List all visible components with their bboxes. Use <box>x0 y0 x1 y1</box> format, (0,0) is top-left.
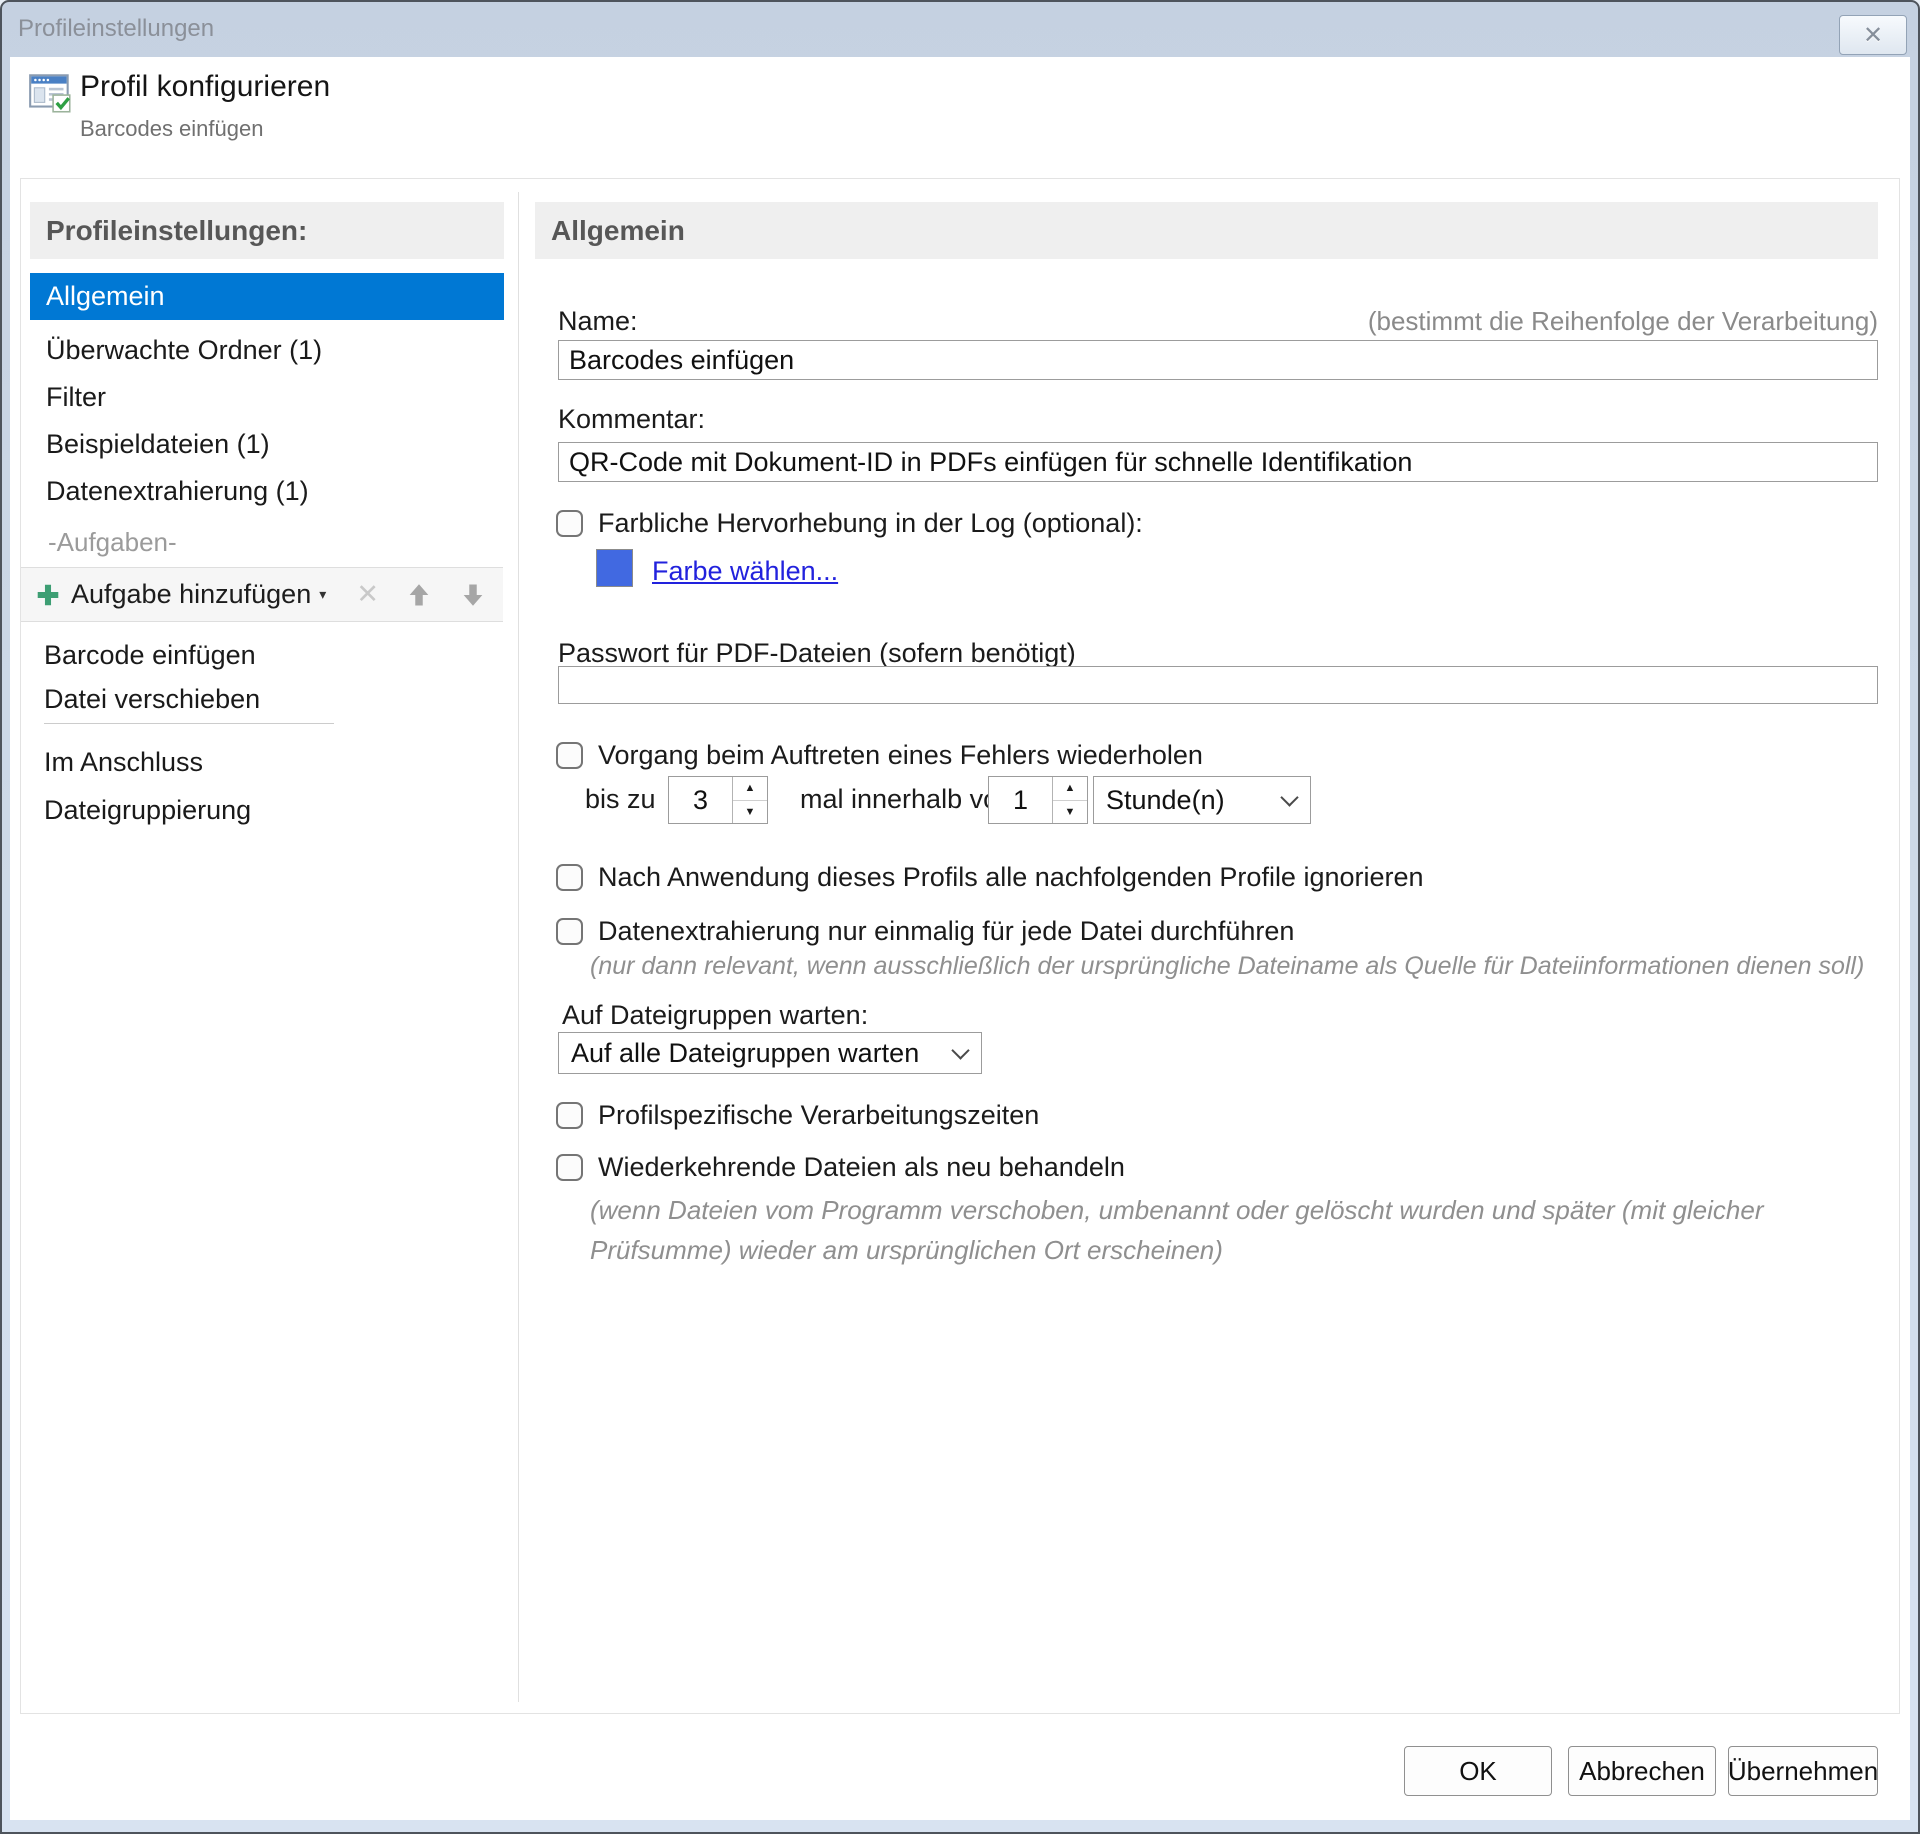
password-label: Passwort für PDF-Dateien (sofern benötig… <box>558 638 1076 669</box>
tasks-toolbar: Aufgabe hinzufügen ▾ ✕ <box>21 567 503 622</box>
name-hint: (bestimmt die Reihenfolge der Verarbeitu… <box>558 306 1878 337</box>
log-highlight-checkbox[interactable] <box>556 510 583 537</box>
extract-once-row: Datenextrahierung nur einmalig für jede … <box>556 916 1294 947</box>
task-item-barcode-einfuegen[interactable]: Barcode einfügen <box>30 633 360 677</box>
file-groups-value: Auf alle Dateigruppen warten <box>571 1038 954 1069</box>
plus-icon <box>35 582 61 608</box>
retry-checkbox[interactable] <box>556 742 583 769</box>
arrow-up-icon <box>405 581 433 609</box>
task-item-datei-verschieben[interactable]: Datei verschieben <box>30 677 360 721</box>
sidebar-item-filter[interactable]: Filter <box>30 374 504 420</box>
profile-times-label: Profilspezifische Verarbeitungszeiten <box>598 1100 1039 1131</box>
extract-once-label: Datenextrahierung nur einmalig für jede … <box>598 916 1294 947</box>
extract-once-checkbox[interactable] <box>556 918 583 945</box>
chevron-down-icon <box>1280 788 1298 806</box>
extract-once-note: (nur dann relevant, wenn ausschließlich … <box>590 952 1864 981</box>
close-button[interactable]: ✕ <box>1839 15 1907 55</box>
cancel-button[interactable]: Abbrechen <box>1568 1746 1716 1796</box>
comment-label: Kommentar: <box>558 404 705 435</box>
retry-unit-value: Stunde(n) <box>1106 785 1283 816</box>
retry-label: Vorgang beim Auftreten eines Fehlers wie… <box>598 740 1203 771</box>
log-highlight-label: Farbliche Hervorhebung in der Log (optio… <box>598 508 1143 539</box>
chevron-down-icon[interactable]: ▾ <box>319 586 326 603</box>
choose-color-link[interactable]: Farbe wählen... <box>652 556 838 587</box>
ignore-following-label: Nach Anwendung dieses Profils alle nachf… <box>598 862 1424 893</box>
profile-window-check-icon <box>26 68 76 118</box>
file-groups-label: Auf Dateigruppen warten: <box>562 1000 868 1031</box>
password-input[interactable] <box>558 666 1878 704</box>
retry-interval-down-button[interactable]: ▼ <box>1053 801 1087 824</box>
apply-button[interactable]: Übernehmen <box>1728 1746 1878 1796</box>
close-icon: ✕ <box>1863 21 1883 50</box>
retry-count-up-button[interactable]: ▲ <box>733 777 767 801</box>
log-highlight-row: Farbliche Hervorhebung in der Log (optio… <box>556 508 1143 539</box>
recurring-label: Wiederkehrende Dateien als neu behandeln <box>598 1152 1125 1183</box>
name-input[interactable] <box>558 340 1878 380</box>
retry-count-spinner: ▲ ▼ <box>668 776 768 824</box>
profile-times-row: Profilspezifische Verarbeitungszeiten <box>556 1100 1039 1131</box>
spin-down-icon: ▼ <box>745 806 756 818</box>
sidebar-divider <box>518 192 519 1702</box>
retry-count-down-button[interactable]: ▼ <box>733 801 767 824</box>
retry-count-input[interactable] <box>669 777 732 823</box>
retry-interval-up-button[interactable]: ▲ <box>1053 777 1087 801</box>
tasks-separator <box>44 723 334 724</box>
sidebar-item-allgemein[interactable]: Allgemein <box>30 273 504 320</box>
retry-controls-row: bis zu ▲ ▼ mal innerhalb von ▲ ▼ Stunde(… <box>0 776 1920 824</box>
spin-up-icon: ▲ <box>745 782 756 794</box>
sidebar-heading: Profileinstellungen: <box>30 202 504 259</box>
page-title: Profil konfigurieren <box>80 70 330 104</box>
add-task-button[interactable]: Aufgabe hinzufügen <box>71 579 311 610</box>
retry-interval-spinner: ▲ ▼ <box>988 776 1088 824</box>
file-groups-select[interactable]: Auf alle Dateigruppen warten <box>558 1032 982 1074</box>
sidebar-item-datenextrahierung[interactable]: Datenextrahierung (1) <box>30 468 504 514</box>
recurring-row: Wiederkehrende Dateien als neu behandeln <box>556 1152 1125 1183</box>
sidebar-item-ueberwachte-ordner[interactable]: Überwachte Ordner (1) <box>30 327 504 373</box>
ok-button[interactable]: OK <box>1404 1746 1552 1796</box>
comment-input[interactable] <box>558 442 1878 482</box>
section-heading: Allgemein <box>535 202 1878 259</box>
retry-middle-label: mal innerhalb von <box>800 784 1013 815</box>
sidebar-item-beispieldateien[interactable]: Beispieldateien (1) <box>30 421 504 467</box>
spin-up-icon: ▲ <box>1065 782 1076 794</box>
tasks-section-label: -Aufgaben- <box>48 527 177 558</box>
retry-row: Vorgang beim Auftreten eines Fehlers wie… <box>556 740 1203 771</box>
log-color-swatch[interactable] <box>596 549 633 587</box>
retry-interval-input[interactable] <box>989 777 1052 823</box>
move-task-down-button[interactable] <box>459 581 487 609</box>
move-task-up-button[interactable] <box>405 581 433 609</box>
window-title: Profileinstellungen <box>18 15 214 43</box>
retry-prefix-label: bis zu <box>585 784 656 815</box>
ignore-following-row: Nach Anwendung dieses Profils alle nachf… <box>556 862 1424 893</box>
recurring-note: (wenn Dateien vom Programm verschoben, u… <box>590 1190 1882 1270</box>
page-subtitle: Barcodes einfügen <box>80 116 263 142</box>
arrow-down-icon <box>459 581 487 609</box>
profile-times-checkbox[interactable] <box>556 1102 583 1129</box>
recurring-checkbox[interactable] <box>556 1154 583 1181</box>
ignore-following-checkbox[interactable] <box>556 864 583 891</box>
delete-task-icon[interactable]: ✕ <box>356 579 379 610</box>
retry-unit-select[interactable]: Stunde(n) <box>1093 776 1311 824</box>
spin-down-icon: ▼ <box>1065 806 1076 818</box>
chevron-down-icon <box>951 1041 969 1059</box>
